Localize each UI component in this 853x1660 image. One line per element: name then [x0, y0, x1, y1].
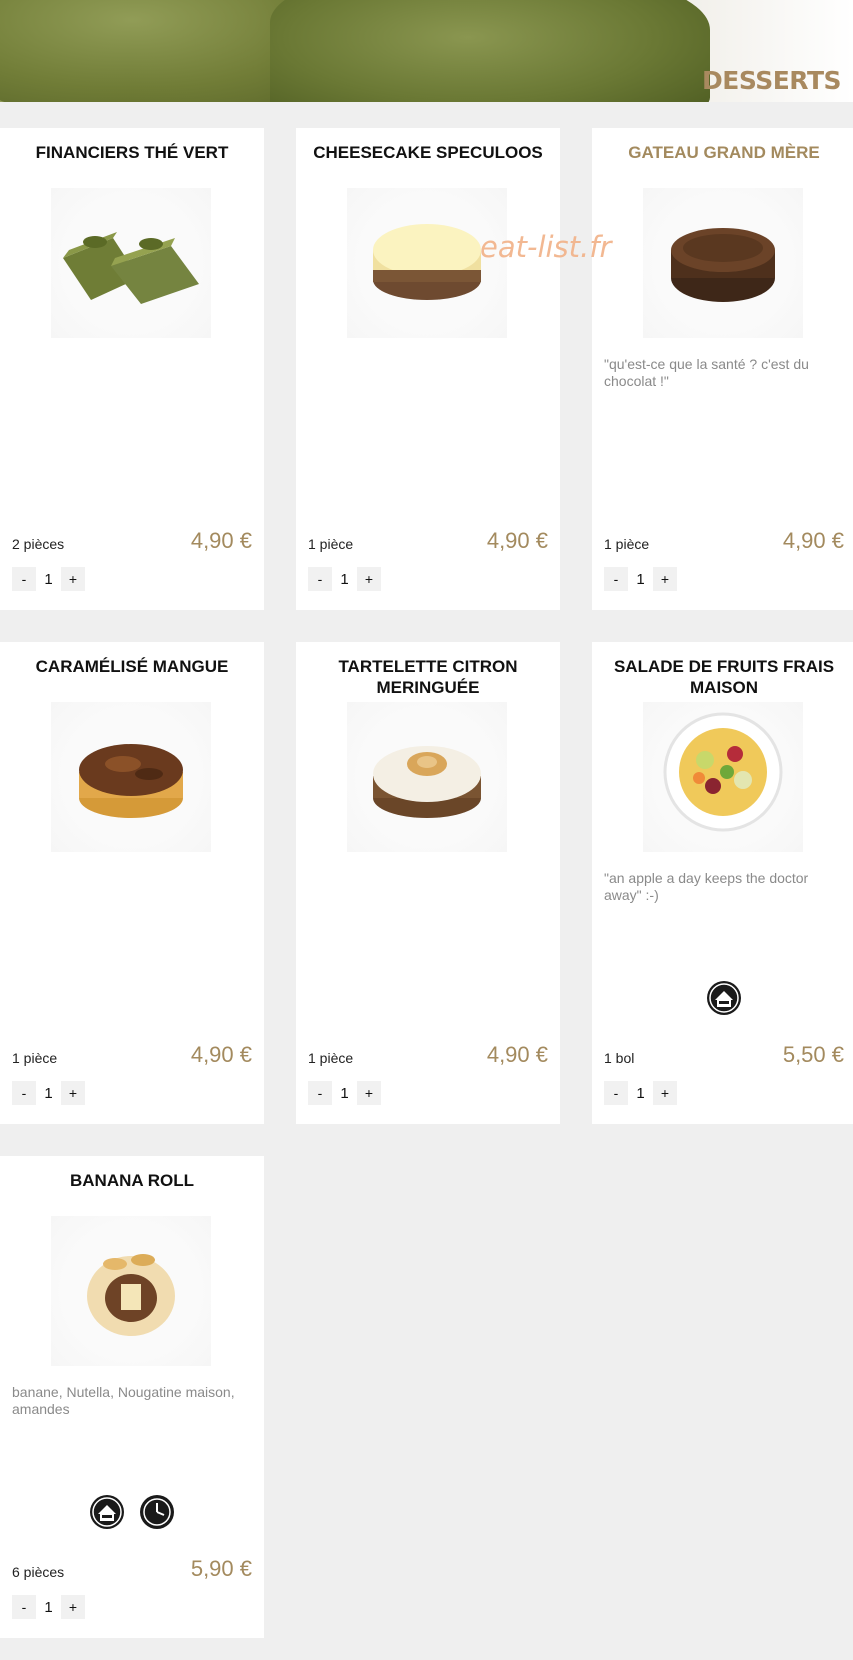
product-quantity-label: 2 pièces	[12, 536, 65, 552]
product-photo[interactable]	[51, 1216, 211, 1366]
mango-cake-image	[79, 744, 183, 818]
product-name: BANANA ROLL	[69, 1171, 195, 1190]
product-badges	[0, 1494, 264, 1530]
product-quantity-label: 1 pièce	[308, 1050, 354, 1066]
decrement-button[interactable]: -	[12, 1081, 36, 1105]
banana-roll-image	[87, 1254, 175, 1336]
product-price: 5,90 €	[190, 1556, 252, 1581]
house-badge-icon	[90, 1495, 124, 1529]
product-quantity-label: 1 pièce	[12, 1050, 58, 1066]
quantity-value: 1	[44, 570, 53, 588]
product-name: CARAMÉLISÉ MANGUE	[35, 657, 229, 676]
increment-button[interactable]: +	[61, 1081, 85, 1105]
product-photo[interactable]	[643, 188, 803, 338]
product-price: 4,90 €	[190, 1042, 252, 1067]
quantity-stepper[interactable]: - 1 +	[12, 1080, 85, 1106]
product-price: 5,50 €	[782, 1042, 844, 1067]
increment-button[interactable]: +	[653, 1081, 677, 1105]
product-price: 4,90 €	[486, 528, 548, 553]
category-title: DESSERTS	[702, 66, 841, 95]
product-price: 4,90 €	[782, 528, 844, 553]
chocolate-cake-image	[671, 228, 775, 302]
quantity-value: 1	[44, 1084, 53, 1102]
decrement-button[interactable]: -	[12, 1595, 36, 1619]
clock-badge-icon	[140, 1495, 174, 1529]
product-description: banane, Nutella, Nougatine maison, amand…	[12, 1384, 235, 1417]
product-name: CHEESECAKE SPECULOOS	[313, 143, 543, 162]
product-card-tartelette-citron[interactable]: TARTELETTE CITRON MERINGUÉE 1 pièce 4,90…	[296, 642, 560, 1124]
product-price: 4,90 €	[190, 528, 252, 553]
house-badge-icon	[707, 981, 741, 1015]
product-description: "qu'est-ce que la santé ? c'est du choco…	[604, 356, 809, 389]
product-quantity-label: 6 pièces	[12, 1564, 65, 1580]
decrement-button[interactable]: -	[308, 567, 332, 591]
quantity-value: 1	[340, 570, 349, 588]
product-name: TARTELETTE CITRON MERINGUÉE	[338, 657, 518, 697]
product-card-salade-de-fruits[interactable]: SALADE DE FRUITS FRAIS MAISON "an apple …	[592, 642, 853, 1124]
site-watermark: eat-list.fr	[480, 230, 612, 264]
product-photo[interactable]	[347, 702, 507, 852]
decrement-button[interactable]: -	[308, 1081, 332, 1105]
increment-button[interactable]: +	[61, 567, 85, 591]
quantity-value: 1	[636, 570, 645, 588]
quantity-stepper[interactable]: - 1 +	[12, 566, 85, 592]
product-name: GATEAU GRAND MÈRE	[628, 143, 820, 162]
product-quantity-label: 1 bol	[604, 1050, 635, 1066]
decrement-button[interactable]: -	[604, 1081, 628, 1105]
quantity-stepper[interactable]: - 1 +	[604, 1080, 677, 1106]
increment-button[interactable]: +	[653, 567, 677, 591]
product-description: "an apple a day keeps the doctor away" :…	[604, 870, 809, 903]
product-card-gateau-grand-mere[interactable]: GATEAU GRAND MÈRE "qu'est-ce que la sant…	[592, 128, 853, 610]
product-quantity-label: 1 pièce	[308, 536, 354, 552]
quantity-stepper[interactable]: - 1 +	[308, 1080, 381, 1106]
quantity-value: 1	[44, 1598, 53, 1616]
product-card-financiers[interactable]: FINANCIERS THÉ VERT 2 pièces 4,90 € - 1 …	[0, 128, 264, 610]
decrement-button[interactable]: -	[604, 567, 628, 591]
product-photo[interactable]	[51, 188, 211, 338]
product-photo[interactable]	[51, 702, 211, 852]
product-card-cheesecake[interactable]: CHEESECAKE SPECULOOS 1 pièce 4,90 € - 1 …	[296, 128, 560, 610]
quantity-value: 1	[340, 1084, 349, 1102]
product-name: FINANCIERS THÉ VERT	[35, 143, 229, 162]
product-quantity-label: 1 pièce	[604, 536, 650, 552]
product-photo[interactable]	[643, 702, 803, 852]
financiers-image	[63, 232, 199, 304]
product-name: SALADE DE FRUITS FRAIS MAISON	[613, 657, 835, 697]
banner-cake-image	[270, 0, 710, 102]
fruit-salad-image	[663, 712, 783, 832]
increment-button[interactable]: +	[61, 1595, 85, 1619]
product-card-banana-roll[interactable]: BANANA ROLL banane, Nutella, Nougatine m…	[0, 1156, 264, 1638]
category-banner: DESSERTS	[0, 0, 853, 102]
quantity-stepper[interactable]: - 1 +	[604, 566, 677, 592]
decrement-button[interactable]: -	[12, 567, 36, 591]
lemon-tart-image	[373, 746, 481, 818]
increment-button[interactable]: +	[357, 1081, 381, 1105]
quantity-stepper[interactable]: - 1 +	[12, 1594, 85, 1620]
increment-button[interactable]: +	[357, 567, 381, 591]
product-price: 4,90 €	[486, 1042, 548, 1067]
product-badges	[592, 980, 853, 1016]
product-card-caramelise-mangue[interactable]: CARAMÉLISÉ MANGUE 1 pièce 4,90 € - 1 +	[0, 642, 264, 1124]
quantity-stepper[interactable]: - 1 +	[308, 566, 381, 592]
quantity-value: 1	[636, 1084, 645, 1102]
